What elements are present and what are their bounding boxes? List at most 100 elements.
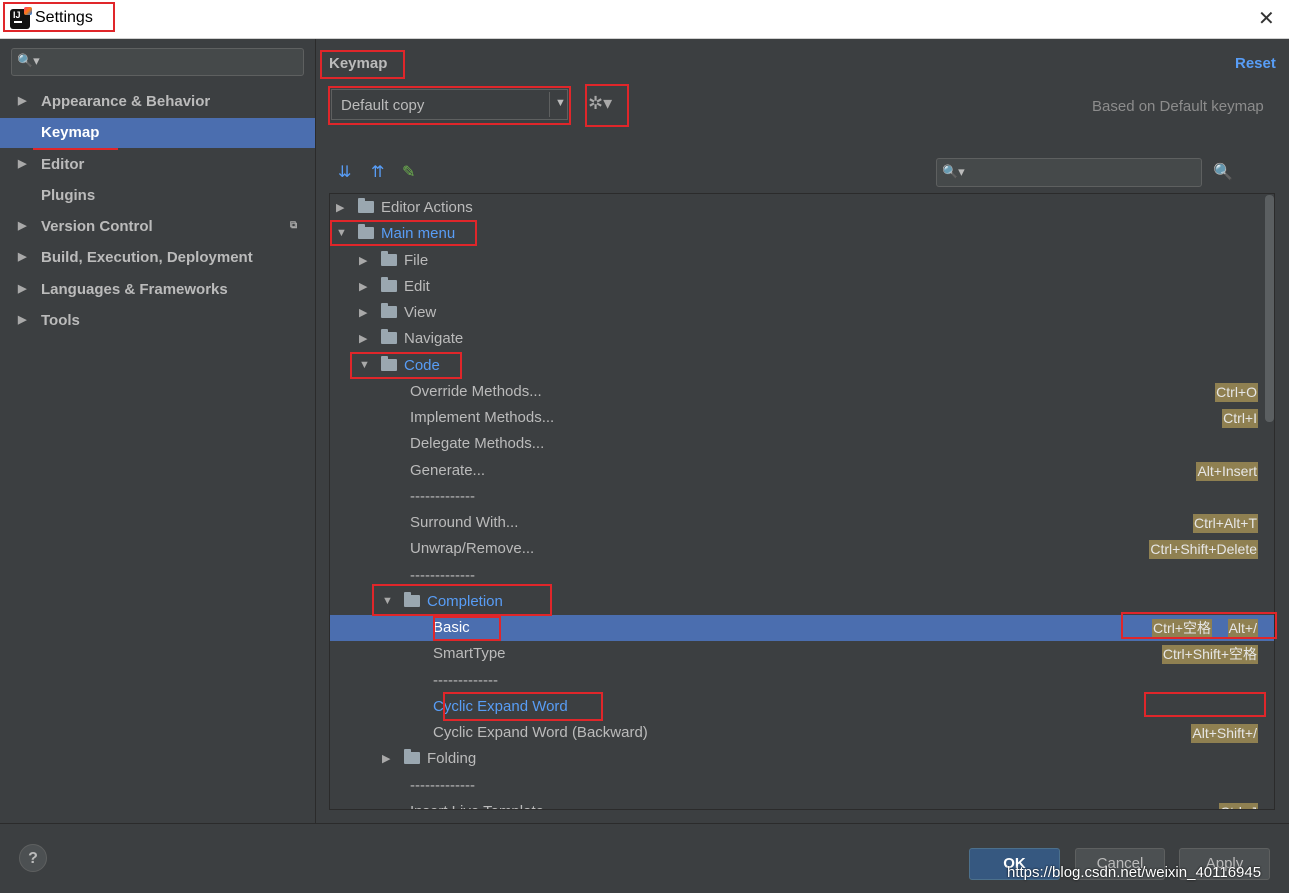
tree-row[interactable]: -------------	[330, 563, 1274, 589]
collapse-all-icon[interactable]: ⇈	[371, 162, 384, 182]
sidebar-item-editor[interactable]: ▶ Editor	[0, 150, 315, 180]
tree-row[interactable]: Surround With... Ctrl+Alt+T	[330, 510, 1274, 536]
sidebar-item-label: Appearance & Behavior	[41, 93, 211, 110]
edit-shortcut-icon[interactable]: ✎	[402, 162, 415, 182]
expand-arrow-icon[interactable]: ▶	[18, 157, 26, 170]
folder-icon	[358, 198, 374, 213]
action-label: View	[404, 304, 437, 321]
expand-arrow-icon[interactable]: ▶	[336, 201, 344, 214]
sidebar-item-label: Build, Execution, Deployment	[41, 249, 253, 266]
sidebar-item-label: Version Control	[41, 218, 153, 235]
sidebar-item-label: Plugins	[41, 187, 96, 204]
sidebar-item-build-execution-deployment[interactable]: ▶ Build, Execution, Deployment	[0, 243, 315, 273]
action-label: Unwrap/Remove...	[410, 540, 535, 557]
action-label: Basic	[433, 619, 470, 636]
sidebar-item-plugins[interactable]: Plugins	[0, 181, 315, 211]
sidebar-item-label: Tools	[41, 312, 80, 329]
tree-row[interactable]: ▶ File	[330, 248, 1274, 274]
folder-icon	[381, 329, 397, 344]
shortcut-badge: Ctrl+Shift+空格	[1161, 645, 1258, 664]
folder-icon	[404, 592, 420, 607]
shortcut-badge: Alt+/	[1227, 619, 1258, 638]
help-button[interactable]: ?	[19, 844, 47, 872]
find-by-shortcut-icon[interactable]: 🔍	[1213, 162, 1233, 182]
tree-row[interactable]: ▶ Folding	[330, 746, 1274, 772]
tree-row[interactable]: Cyclic Expand Word (Backward) Alt+Shift+/	[330, 720, 1274, 746]
tree-scrollbar[interactable]	[1265, 195, 1274, 422]
sidebar-item-appearance-behavior[interactable]: ▶ Appearance & Behavior	[0, 87, 315, 117]
sidebar-item-label: Editor	[41, 156, 85, 173]
reset-link[interactable]: Reset	[1235, 55, 1276, 72]
action-label: Implement Methods...	[410, 409, 555, 426]
tree-row[interactable]: -------------	[330, 484, 1274, 510]
expand-arrow-icon[interactable]: ▶	[359, 332, 367, 345]
folder-icon	[358, 224, 374, 239]
sidebar-item-keymap[interactable]: Keymap	[0, 118, 315, 148]
shortcut-badge: Ctrl+J	[1219, 803, 1258, 809]
tree-row[interactable]: Cyclic Expand Word	[330, 694, 1274, 720]
expand-arrow-icon[interactable]: ▶	[18, 94, 26, 107]
intellij-app-icon: IJ	[10, 7, 32, 29]
project-scope-icon: ⧉	[290, 220, 298, 231]
tree-row[interactable]: Implement Methods... Ctrl+I	[330, 405, 1274, 431]
settings-search-input[interactable]: 🔍▾	[11, 48, 304, 76]
tree-row[interactable]: ▶ Navigate	[330, 326, 1274, 352]
action-search-input[interactable]: 🔍▾	[936, 158, 1202, 187]
sidebar-item-tools[interactable]: ▶ Tools	[0, 306, 315, 336]
divider	[549, 92, 550, 117]
folder-icon	[381, 303, 397, 318]
action-label: Generate...	[410, 462, 486, 479]
action-label: Delegate Methods...	[410, 435, 545, 452]
action-label: Main menu	[381, 225, 456, 242]
tree-row[interactable]: ▼ Code	[330, 353, 1274, 379]
tree-row[interactable]: Basic Alt+/ Ctrl+空格	[330, 615, 1274, 641]
tree-row[interactable]: -------------	[330, 668, 1274, 694]
expand-arrow-icon[interactable]: ▶	[359, 254, 367, 267]
sidebar-item-languages-frameworks[interactable]: ▶ Languages & Frameworks	[0, 275, 315, 305]
action-label: Code	[404, 357, 440, 374]
tree-row[interactable]: SmartType Ctrl+Shift+空格	[330, 641, 1274, 667]
expand-arrow-icon[interactable]: ▶	[18, 219, 26, 232]
expand-arrow-icon[interactable]: ▶	[18, 282, 26, 295]
expand-arrow-icon[interactable]: ▶	[359, 306, 367, 319]
expand-arrow-icon[interactable]: ▶	[18, 250, 26, 263]
action-label: Cyclic Expand Word (Backward)	[433, 724, 648, 741]
page-title: Keymap	[329, 55, 388, 72]
folder-icon	[381, 356, 397, 371]
tree-row[interactable]: ▶ Editor Actions	[330, 195, 1274, 221]
tree-row[interactable]: Insert Live Template... Ctrl+J	[330, 799, 1274, 809]
expand-arrow-icon[interactable]: ▶	[359, 280, 367, 293]
action-label: -------------	[410, 488, 475, 505]
shortcut-badge: Alt+Shift+/	[1191, 724, 1258, 743]
collapse-arrow-icon[interactable]: ▼	[382, 595, 393, 607]
expand-all-icon[interactable]: ⇊	[338, 162, 351, 182]
tree-row[interactable]: ▼ Completion	[330, 589, 1274, 615]
action-label: -------------	[433, 672, 498, 689]
search-icon: 🔍▾	[17, 53, 40, 68]
tree-row[interactable]: ▶ View	[330, 300, 1274, 326]
chevron-down-icon: ▼	[555, 97, 566, 109]
tree-row[interactable]: ▼ Main menu	[330, 221, 1274, 247]
tree-row[interactable]: Override Methods... Ctrl+O	[330, 379, 1274, 405]
sidebar-item-version-control[interactable]: ▶ Version Control ⧉	[0, 212, 315, 242]
shortcut-badge: Ctrl+空格	[1152, 619, 1212, 638]
shortcut-badge: Ctrl+Alt+T	[1192, 514, 1258, 533]
expand-arrow-icon[interactable]: ▶	[382, 752, 390, 765]
expand-arrow-icon[interactable]: ▶	[18, 313, 26, 326]
collapse-arrow-icon[interactable]: ▼	[336, 227, 347, 239]
tree-row[interactable]: Generate... Alt+Insert	[330, 458, 1274, 484]
action-label: Edit	[404, 278, 430, 295]
tree-row[interactable]: -------------	[330, 773, 1274, 799]
gear-icon[interactable]: ✲▾	[588, 93, 612, 114]
search-icon: 🔍▾	[942, 164, 965, 179]
shortcut-badge: Alt+Insert	[1196, 462, 1258, 481]
action-label: -------------	[410, 777, 475, 794]
tree-row[interactable]: ▶ Edit	[330, 274, 1274, 300]
collapse-arrow-icon[interactable]: ▼	[359, 359, 370, 371]
tree-row[interactable]: Unwrap/Remove... Ctrl+Shift+Delete	[330, 536, 1274, 562]
tree-row[interactable]: Delegate Methods...	[330, 431, 1274, 457]
close-icon[interactable]: ✕	[1258, 6, 1275, 31]
action-label: Insert Live Template...	[410, 803, 556, 809]
keymap-select[interactable]: Default copy ▼	[331, 89, 568, 120]
action-label: Cyclic Expand Word	[433, 698, 568, 715]
